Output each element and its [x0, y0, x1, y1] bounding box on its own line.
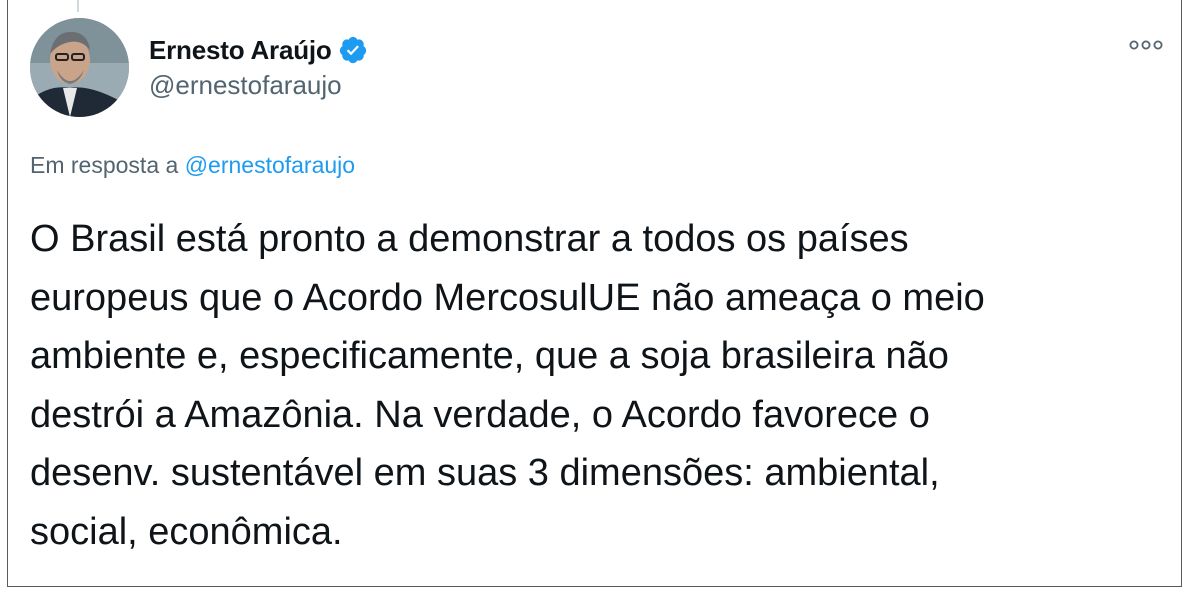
tweet-text-line: O Brasil está pronto a demonstrar a todo… — [30, 218, 909, 260]
author-display-name[interactable]: Ernesto Araújo — [149, 35, 332, 66]
reply-prefix: Em resposta a — [30, 152, 179, 178]
verified-badge-icon — [338, 35, 368, 65]
tweet-text-line: europeus que o Acordo MercosulUE não ame… — [30, 276, 985, 319]
tweet-text-line: social, econômica. — [30, 510, 343, 553]
avatar-photo-icon — [30, 18, 129, 117]
tweet-text-line: desenv. sustentável em suas 3 dimensões:… — [30, 452, 940, 494]
author-handle[interactable]: @ernestofaraujo — [149, 70, 342, 101]
tweet-text: O Brasil está pronto a demonstrar a todo… — [30, 210, 1160, 561]
more-options-icon[interactable] — [1126, 35, 1166, 55]
reply-mention-link[interactable]: @ernestofaraujo — [185, 152, 355, 178]
tweet-text-line: destrói a Amazônia. Na verdade, o Acordo… — [30, 393, 930, 436]
tweet-card: Ernesto Araújo @ernestofaraujo Em respos… — [7, 0, 1182, 587]
tweet-text-line: ambiente e, especificamente, que a soja … — [30, 335, 949, 377]
author-name-row[interactable]: Ernesto Araújo — [149, 33, 368, 67]
thread-connector-line — [77, 0, 79, 12]
avatar[interactable] — [30, 18, 129, 117]
reply-context: Em resposta a @ernestofaraujo — [30, 152, 355, 179]
